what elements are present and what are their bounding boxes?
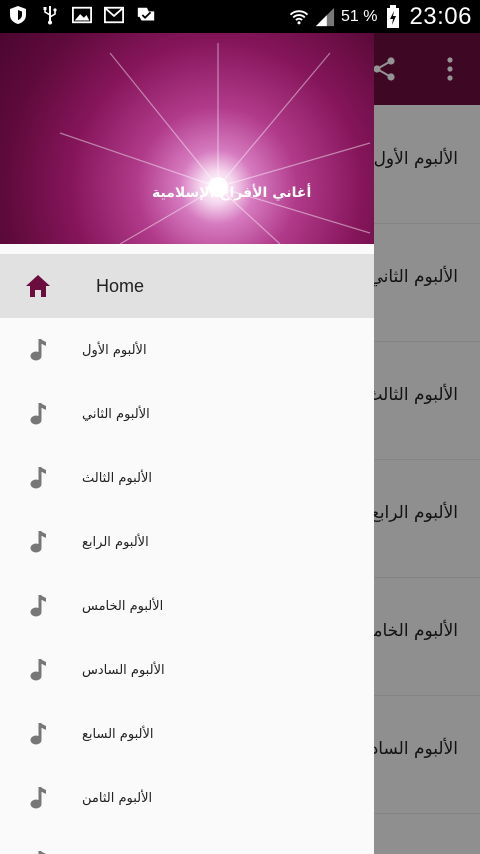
mail-icon [104, 5, 124, 25]
nav-item-album-1[interactable]: الألبوم الأول [0, 318, 374, 382]
music-note-icon [24, 720, 52, 748]
music-note-icon [24, 336, 52, 364]
clock: 23:06 [409, 3, 472, 30]
nav-item-label: الألبوم الأول [82, 342, 147, 358]
nav-item-home[interactable]: Home [0, 254, 374, 318]
starburst-graphic [59, 43, 371, 244]
drawer-title: أغاني الأفراح الإسلامية [152, 182, 311, 201]
nav-item-label: الألبوم الرابع [82, 534, 149, 550]
nav-item-label: الألبوم السابع [82, 726, 154, 742]
nav-item-label: الألبوم الخامس [82, 598, 164, 614]
nav-item-label: الألبوم الثاني [82, 406, 150, 422]
nav-item-label: الألبوم الثامن [82, 790, 153, 806]
wifi-icon [289, 7, 309, 27]
shield-icon [8, 5, 28, 25]
nav-item-label: الألبوم السادس [82, 662, 165, 678]
nav-item-album-8[interactable]: الألبوم الثامن [0, 766, 374, 830]
usb-icon [40, 5, 60, 25]
nav-item-album-3[interactable]: الألبوم الثالث [0, 446, 374, 510]
nav-item-album-2[interactable]: الألبوم الثاني [0, 382, 374, 446]
nav-item-album-5[interactable]: الألبوم الخامس [0, 574, 374, 638]
nav-item-album-4[interactable]: الألبوم الرابع [0, 510, 374, 574]
status-bar-notifications [8, 5, 156, 25]
battery-icon [383, 5, 403, 28]
check-flag-icon [136, 5, 156, 25]
battery-percent: 51 % [340, 8, 378, 25]
nav-item-album-partial[interactable] [0, 830, 374, 854]
status-bar-system: 51 % 23:06 [289, 3, 472, 31]
signal-icon [315, 7, 335, 27]
music-note-icon [24, 528, 52, 556]
navigation-drawer: أغاني الأفراح الإسلامية Home الألبوم الأ… [0, 33, 374, 854]
app-title: أغاني الأفراح الإسلامية [152, 185, 312, 201]
nav-item-label: الألبوم الثالث [82, 470, 152, 486]
music-note-icon [24, 464, 52, 492]
music-note-icon [24, 656, 52, 684]
music-note-icon [24, 592, 52, 620]
nav-item-album-6[interactable]: الألبوم السادس [0, 638, 374, 702]
music-note-icon [24, 784, 52, 812]
home-icon [24, 272, 52, 300]
status-bar: 51 % 23:06 [0, 0, 480, 33]
image-icon [72, 5, 92, 25]
nav-item-label: Home [96, 275, 145, 296]
nav-item-album-7[interactable]: الألبوم السابع [0, 702, 374, 766]
music-note-icon [24, 400, 52, 428]
music-note-icon [24, 848, 52, 854]
drawer-header: أغاني الأفراح الإسلامية [0, 33, 374, 244]
